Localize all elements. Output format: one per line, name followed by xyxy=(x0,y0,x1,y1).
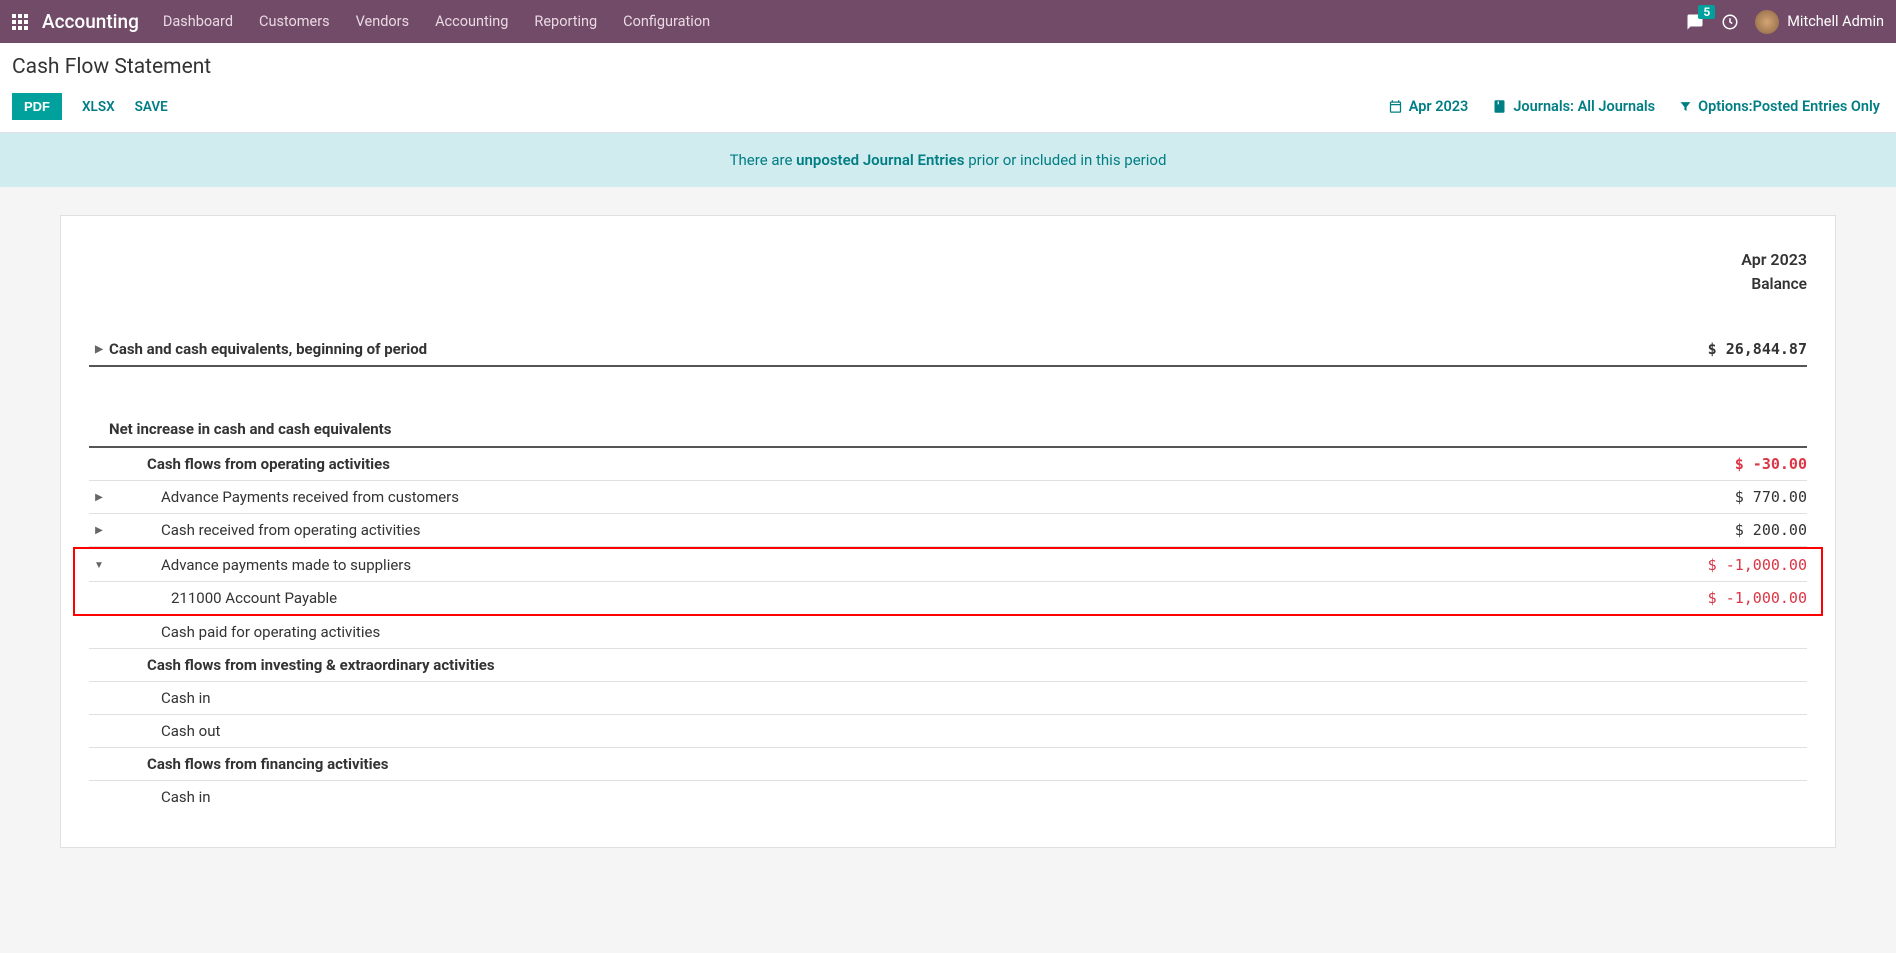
caret-right-icon[interactable]: ▶ xyxy=(89,525,109,536)
row-label: Cash paid for operating activities xyxy=(109,623,1807,641)
row-label: Net increase in cash and cash equivalent… xyxy=(109,420,1807,438)
row-advance-payments-received[interactable]: ▶ Advance Payments received from custome… xyxy=(89,481,1807,514)
row-label: 211000 Account Payable xyxy=(109,589,1708,607)
report-balance-label: Balance xyxy=(89,275,1807,293)
messaging-icon[interactable]: 5 xyxy=(1685,13,1705,31)
row-label: Cash in xyxy=(109,689,1807,707)
book-icon xyxy=(1492,99,1507,114)
report-card: Apr 2023 Balance ▶ Cash and cash equival… xyxy=(60,215,1836,848)
alert-link[interactable]: unposted Journal Entries xyxy=(796,151,964,169)
row-label: Cash flows from investing & extraordinar… xyxy=(109,656,1807,674)
nav-reporting[interactable]: Reporting xyxy=(534,13,597,30)
row-beginning-cash[interactable]: ▶ Cash and cash equivalents, beginning o… xyxy=(89,333,1807,367)
filter-journals[interactable]: Journals: All Journals xyxy=(1492,98,1655,115)
row-label: Advance payments made to suppliers xyxy=(109,556,1708,574)
top-navbar: Accounting Dashboard Customers Vendors A… xyxy=(0,0,1896,43)
user-name[interactable]: Mitchell Admin xyxy=(1787,13,1884,30)
row-cash-in-investing[interactable]: Cash in xyxy=(89,682,1807,715)
row-label: Cash in xyxy=(109,788,1807,806)
caret-right-icon[interactable]: ▶ xyxy=(89,492,109,503)
report-header: Apr 2023 Balance xyxy=(89,250,1807,293)
row-value: $ 770.00 xyxy=(1735,488,1807,506)
report-period: Apr 2023 xyxy=(89,250,1807,269)
row-value: $ -1,000.00 xyxy=(1708,589,1807,607)
apps-icon[interactable] xyxy=(12,14,28,30)
alert-bar: There are unposted Journal Entries prior… xyxy=(0,133,1896,187)
row-financing-flows[interactable]: Cash flows from financing activities xyxy=(89,748,1807,781)
row-operating-flows[interactable]: Cash flows from operating activities $ -… xyxy=(89,448,1807,481)
nav-vendors[interactable]: Vendors xyxy=(356,13,409,30)
row-label: Cash out xyxy=(109,722,1807,740)
activities-icon[interactable] xyxy=(1721,13,1739,31)
alert-before: There are xyxy=(730,151,797,169)
filter-date-label: Apr 2023 xyxy=(1409,98,1469,115)
caret-right-icon[interactable]: ▶ xyxy=(89,344,109,355)
filter-options-label: Options:Posted Entries Only xyxy=(1698,98,1880,115)
page-title: Cash Flow Statement xyxy=(12,55,1880,79)
row-cash-paid-operating[interactable]: Cash paid for operating activities xyxy=(89,616,1807,649)
row-account-payable[interactable]: 211000 Account Payable $ -1,000.00 xyxy=(89,582,1807,614)
row-net-increase[interactable]: Net increase in cash and cash equivalent… xyxy=(89,413,1807,448)
row-value: $ 200.00 xyxy=(1735,521,1807,539)
row-value: $ -1,000.00 xyxy=(1708,556,1807,574)
user-avatar[interactable] xyxy=(1755,10,1779,34)
row-label: Advance Payments received from customers xyxy=(109,488,1735,506)
highlighted-rows: ▼ Advance payments made to suppliers $ -… xyxy=(73,547,1823,616)
nav-customers[interactable]: Customers xyxy=(259,13,330,30)
report-container: Apr 2023 Balance ▶ Cash and cash equival… xyxy=(0,187,1896,876)
filter-journals-label: Journals: All Journals xyxy=(1513,98,1655,115)
row-cash-out-investing[interactable]: Cash out xyxy=(89,715,1807,748)
control-panel: Cash Flow Statement PDF XLSX SAVE Apr 20… xyxy=(0,43,1896,133)
filter-date[interactable]: Apr 2023 xyxy=(1388,98,1469,115)
row-label: Cash flows from financing activities xyxy=(109,755,1807,773)
filter-icon xyxy=(1679,100,1692,113)
save-button[interactable]: SAVE xyxy=(135,99,168,115)
messaging-badge: 5 xyxy=(1698,5,1715,19)
row-label: Cash and cash equivalents, beginning of … xyxy=(109,340,1708,358)
row-label: Cash received from operating activities xyxy=(109,521,1735,539)
caret-down-icon[interactable]: ▼ xyxy=(89,560,109,571)
filter-options[interactable]: Options:Posted Entries Only xyxy=(1679,98,1880,115)
xlsx-button[interactable]: XLSX xyxy=(82,99,115,115)
row-cash-received-operating[interactable]: ▶ Cash received from operating activitie… xyxy=(89,514,1807,547)
row-cash-in-financing[interactable]: Cash in xyxy=(89,781,1807,813)
row-advance-payments-suppliers[interactable]: ▼ Advance payments made to suppliers $ -… xyxy=(89,549,1807,582)
row-value: $ -30.00 xyxy=(1735,455,1807,473)
nav-accounting[interactable]: Accounting xyxy=(435,13,508,30)
nav-configuration[interactable]: Configuration xyxy=(623,13,710,30)
row-value: $ 26,844.87 xyxy=(1708,340,1807,358)
nav-dashboard[interactable]: Dashboard xyxy=(163,13,233,30)
alert-after: prior or included in this period xyxy=(964,151,1166,169)
row-investing-flows[interactable]: Cash flows from investing & extraordinar… xyxy=(89,649,1807,682)
row-label: Cash flows from operating activities xyxy=(109,455,1735,473)
app-brand[interactable]: Accounting xyxy=(42,10,139,33)
calendar-icon xyxy=(1388,99,1403,114)
pdf-button[interactable]: PDF xyxy=(12,93,62,120)
